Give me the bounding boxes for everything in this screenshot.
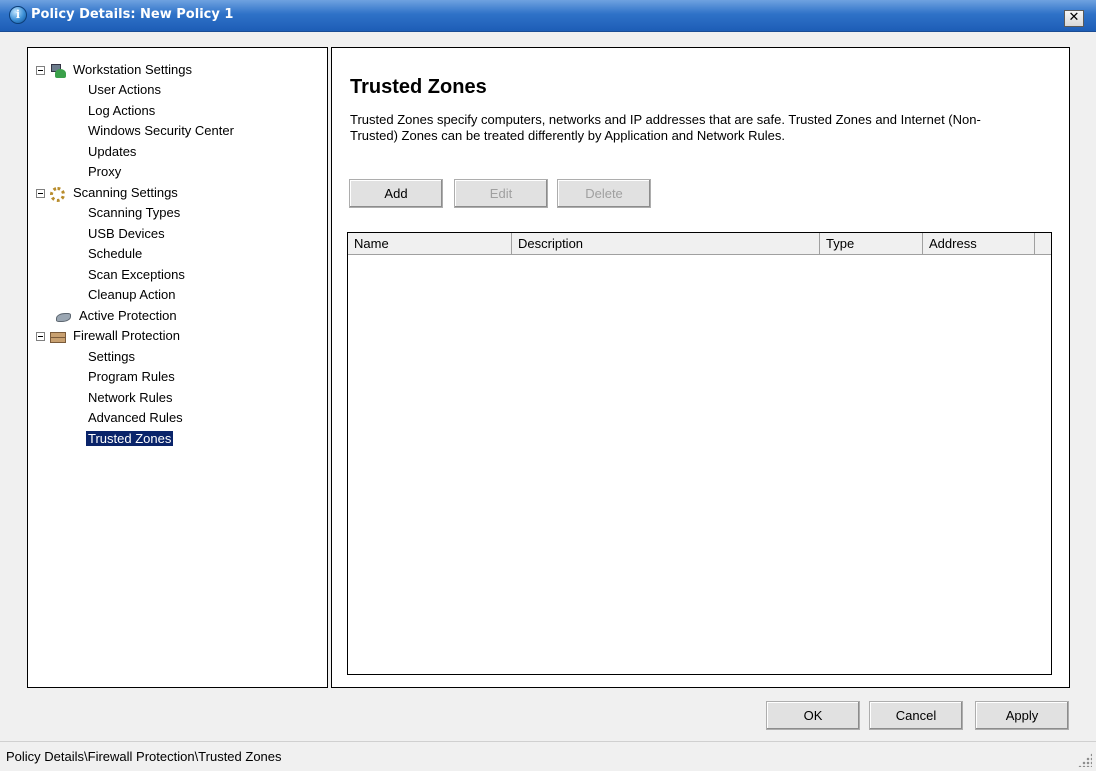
list-header: Name Description Type Address	[348, 233, 1051, 255]
add-button[interactable]: Add	[349, 179, 443, 208]
tree-item-active-protection[interactable]: Active Protection	[55, 307, 179, 325]
tree-item-trusted-zones[interactable]: Trusted Zones	[86, 430, 174, 448]
tree-item-usb-devices[interactable]: USB Devices	[86, 225, 167, 243]
apply-button[interactable]: Apply	[975, 701, 1069, 730]
tree-item-label: Updates	[88, 144, 137, 159]
tree-item-label: Program Rules	[88, 369, 175, 384]
tree-item-proxy[interactable]: Proxy	[86, 163, 123, 181]
settings-tree: Workstation Settings User Actions Log Ac…	[27, 47, 328, 688]
tree-item-advanced-rules[interactable]: Advanced Rules	[86, 409, 185, 427]
tree-item-label: Schedule	[88, 246, 143, 261]
policy-details-window: i Policy Details: New Policy 1 ✕ Worksta…	[0, 0, 1096, 771]
tree-item-updates[interactable]: Updates	[86, 143, 138, 161]
delete-button[interactable]: Delete	[557, 179, 651, 208]
firewall-icon	[49, 329, 67, 345]
column-header-type[interactable]: Type	[820, 233, 923, 254]
workstation-icon	[49, 63, 67, 79]
collapse-icon[interactable]	[36, 332, 45, 342]
tree-item-log-actions[interactable]: Log Actions	[86, 102, 157, 120]
status-path: Policy Details\Firewall Protection\Trust…	[6, 749, 282, 764]
page-description: Trusted Zones specify computers, network…	[350, 112, 981, 143]
scanning-icon	[49, 186, 67, 202]
tree-item-label: Proxy	[88, 164, 122, 179]
tree-item-settings[interactable]: Settings	[86, 348, 137, 366]
tree-item-user-actions[interactable]: User Actions	[86, 81, 163, 99]
column-header-filler	[1035, 233, 1051, 254]
tree-item-cleanup-action[interactable]: Cleanup Action	[86, 286, 177, 304]
tree-item-scan-exceptions[interactable]: Scan Exceptions	[86, 266, 187, 284]
collapse-icon[interactable]	[36, 66, 45, 76]
tree-item-label: Trusted Zones	[86, 431, 174, 446]
tree-item-label: Workstation Settings	[73, 62, 192, 77]
column-header-address[interactable]: Address	[923, 233, 1035, 254]
status-bar: Policy Details\Firewall Protection\Trust…	[0, 741, 1096, 771]
tree-item-label: Firewall Protection	[73, 328, 180, 343]
tree-item-network-rules[interactable]: Network Rules	[86, 389, 175, 407]
info-icon: i	[9, 6, 27, 24]
tree-item-firewall-protection[interactable]: Firewall Protection	[36, 327, 182, 345]
edit-button[interactable]: Edit	[454, 179, 548, 208]
page-title: Trusted Zones	[350, 76, 487, 98]
active-protection-icon	[55, 309, 73, 325]
tree-item-label: Windows Security Center	[88, 123, 234, 138]
tree-item-workstation-settings[interactable]: Workstation Settings	[36, 61, 194, 79]
resize-grip-icon[interactable]	[1078, 753, 1092, 767]
column-header-description[interactable]: Description	[512, 233, 820, 254]
title-bar[interactable]: i Policy Details: New Policy 1 ✕	[0, 0, 1096, 32]
tree-item-label: Advanced Rules	[88, 410, 183, 425]
tree-item-label: Log Actions	[88, 103, 156, 118]
tree-item-label: Scanning Types	[88, 205, 181, 220]
tree-item-label: Scan Exceptions	[88, 267, 185, 282]
tree-item-windows-security-center[interactable]: Windows Security Center	[86, 122, 236, 140]
trusted-zones-list[interactable]: Name Description Type Address	[347, 232, 1052, 675]
tree-item-label: Cleanup Action	[88, 287, 176, 302]
tree-item-scanning-types[interactable]: Scanning Types	[86, 204, 182, 222]
collapse-icon[interactable]	[36, 189, 45, 199]
tree-item-label: Network Rules	[88, 390, 173, 405]
column-header-name[interactable]: Name	[348, 233, 512, 254]
tree-item-label: USB Devices	[88, 226, 165, 241]
window-title: Policy Details: New Policy 1	[31, 7, 234, 22]
tree-item-scanning-settings[interactable]: Scanning Settings	[36, 184, 180, 202]
tree-item-label: Active Protection	[79, 308, 177, 323]
cancel-button[interactable]: Cancel	[869, 701, 963, 730]
tree-item-program-rules[interactable]: Program Rules	[86, 368, 177, 386]
ok-button[interactable]: OK	[766, 701, 860, 730]
close-icon: ✕	[1068, 10, 1080, 25]
content-panel: Trusted Zones Trusted Zones specify comp…	[331, 47, 1070, 688]
tree-item-label: Scanning Settings	[73, 185, 178, 200]
close-button[interactable]: ✕	[1064, 10, 1084, 27]
tree-item-label: User Actions	[88, 82, 161, 97]
tree-item-label: Settings	[88, 349, 135, 364]
tree-item-schedule[interactable]: Schedule	[86, 245, 144, 263]
